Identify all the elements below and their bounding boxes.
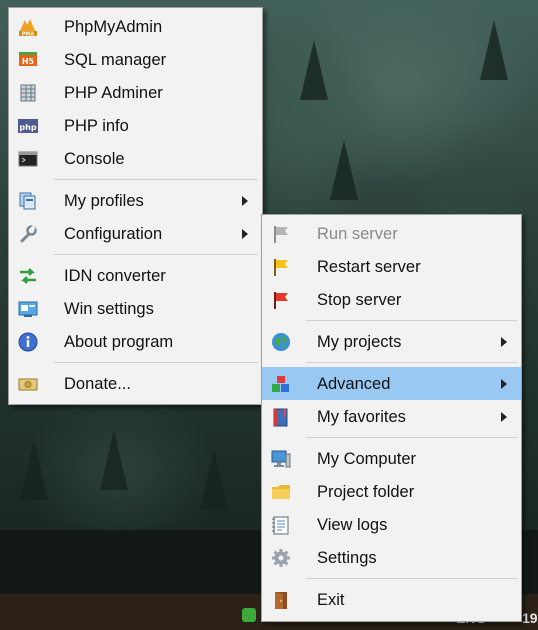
menu-item-label: Project folder bbox=[317, 483, 415, 501]
gray-flag-icon bbox=[271, 224, 291, 244]
folder-icon bbox=[271, 482, 291, 502]
html5-badge-icon: H5 bbox=[18, 50, 38, 70]
menu-item-label: IDN converter bbox=[64, 267, 166, 285]
tray-flag-icon[interactable] bbox=[242, 608, 256, 622]
menu-item-view-logs[interactable]: View logs bbox=[262, 508, 521, 541]
exit-door-icon bbox=[271, 590, 291, 610]
menu-item-run-server[interactable]: Run server bbox=[262, 217, 521, 250]
profiles-icon bbox=[18, 191, 38, 211]
gear-icon bbox=[271, 548, 291, 568]
tree-silhouette bbox=[480, 20, 508, 80]
computer-icon bbox=[271, 449, 291, 469]
submenu-arrow-icon bbox=[501, 337, 507, 347]
menu-item-label: Run server bbox=[317, 225, 398, 243]
menu-item-php-adminer[interactable]: PHP Adminer bbox=[9, 76, 262, 109]
blocks-icon bbox=[271, 374, 291, 394]
donate-icon bbox=[18, 374, 38, 394]
submenu-arrow-icon bbox=[242, 196, 248, 206]
svg-text:H5: H5 bbox=[22, 57, 35, 66]
tree-silhouette bbox=[200, 450, 228, 510]
menu-separator bbox=[262, 574, 521, 583]
menu-item-label: PHP Adminer bbox=[64, 84, 163, 102]
menu-item-restart-server[interactable]: Restart server bbox=[262, 250, 521, 283]
submenu-arrow-icon bbox=[242, 229, 248, 239]
configuration-submenu: Run server Restart server Stop server My… bbox=[261, 214, 522, 622]
menu-item-exit[interactable]: Exit bbox=[262, 583, 521, 616]
tree-silhouette bbox=[300, 40, 328, 100]
tree-silhouette bbox=[20, 440, 48, 500]
menu-item-idn-converter[interactable]: IDN converter bbox=[9, 259, 262, 292]
menu-item-label: Configuration bbox=[64, 225, 163, 243]
console-icon bbox=[18, 149, 38, 169]
menu-item-php-info[interactable]: php PHP info bbox=[9, 109, 262, 142]
log-notepad-icon bbox=[271, 515, 291, 535]
menu-separator bbox=[262, 433, 521, 442]
menu-item-label: Advanced bbox=[317, 375, 391, 393]
converter-arrows-icon bbox=[18, 266, 38, 286]
menu-item-label: Stop server bbox=[317, 291, 402, 309]
settings-window-icon bbox=[18, 299, 38, 319]
menu-item-my-computer[interactable]: My Computer bbox=[262, 442, 521, 475]
menu-item-my-profiles[interactable]: My profiles bbox=[9, 184, 262, 217]
php-badge-icon: php bbox=[18, 116, 38, 136]
menu-item-project-folder[interactable]: Project folder bbox=[262, 475, 521, 508]
main-context-menu: PMA PhpMyAdmin H5 SQL manager PHP Admine… bbox=[8, 7, 263, 405]
globe-icon bbox=[271, 332, 291, 352]
menu-item-phpmyadmin[interactable]: PMA PhpMyAdmin bbox=[9, 10, 262, 43]
menu-separator bbox=[9, 175, 262, 184]
menu-item-label: PHP info bbox=[64, 117, 129, 135]
menu-item-stop-server[interactable]: Stop server bbox=[262, 283, 521, 316]
menu-separator bbox=[9, 358, 262, 367]
menu-item-donate[interactable]: Donate... bbox=[9, 367, 262, 400]
menu-item-label: SQL manager bbox=[64, 51, 167, 69]
menu-item-label: My Computer bbox=[317, 450, 417, 468]
submenu-arrow-icon bbox=[501, 412, 507, 422]
info-icon bbox=[18, 332, 38, 352]
menu-item-label: My profiles bbox=[64, 192, 144, 210]
menu-item-sql-manager[interactable]: H5 SQL manager bbox=[9, 43, 262, 76]
tree-silhouette bbox=[330, 140, 358, 200]
submenu-arrow-icon bbox=[501, 379, 507, 389]
menu-separator bbox=[262, 358, 521, 367]
menu-item-label: Win settings bbox=[64, 300, 154, 318]
yellow-flag-icon bbox=[271, 257, 291, 277]
menu-item-settings[interactable]: Settings bbox=[262, 541, 521, 574]
menu-item-label: PhpMyAdmin bbox=[64, 18, 163, 36]
menu-item-label: Donate... bbox=[64, 375, 131, 393]
menu-item-win-settings[interactable]: Win settings bbox=[9, 292, 262, 325]
menu-item-about-program[interactable]: About program bbox=[9, 325, 262, 358]
tree-silhouette bbox=[100, 430, 128, 490]
bookmark-book-icon bbox=[271, 407, 291, 427]
menu-item-label: About program bbox=[64, 333, 174, 351]
menu-item-console[interactable]: Console bbox=[9, 142, 262, 175]
menu-item-label: My favorites bbox=[317, 408, 406, 426]
menu-item-my-favorites[interactable]: My favorites bbox=[262, 400, 521, 433]
menu-item-label: Settings bbox=[317, 549, 377, 567]
pma-logo-icon: PMA bbox=[18, 17, 38, 37]
menu-item-label: View logs bbox=[317, 516, 388, 534]
svg-text:php: php bbox=[19, 123, 36, 132]
svg-text:PMA: PMA bbox=[22, 32, 35, 38]
menu-separator bbox=[262, 316, 521, 325]
wrench-icon bbox=[18, 224, 38, 244]
menu-item-advanced[interactable]: Advanced bbox=[262, 367, 521, 400]
red-flag-icon bbox=[271, 290, 291, 310]
menu-item-configuration[interactable]: Configuration bbox=[9, 217, 262, 250]
menu-item-my-projects[interactable]: My projects bbox=[262, 325, 521, 358]
clock-fragment[interactable]: 19 bbox=[522, 610, 538, 626]
database-grid-icon bbox=[18, 83, 38, 103]
menu-item-label: My projects bbox=[317, 333, 402, 351]
menu-item-label: Exit bbox=[317, 591, 345, 609]
menu-separator bbox=[9, 250, 262, 259]
menu-item-label: Console bbox=[64, 150, 125, 168]
menu-item-label: Restart server bbox=[317, 258, 421, 276]
